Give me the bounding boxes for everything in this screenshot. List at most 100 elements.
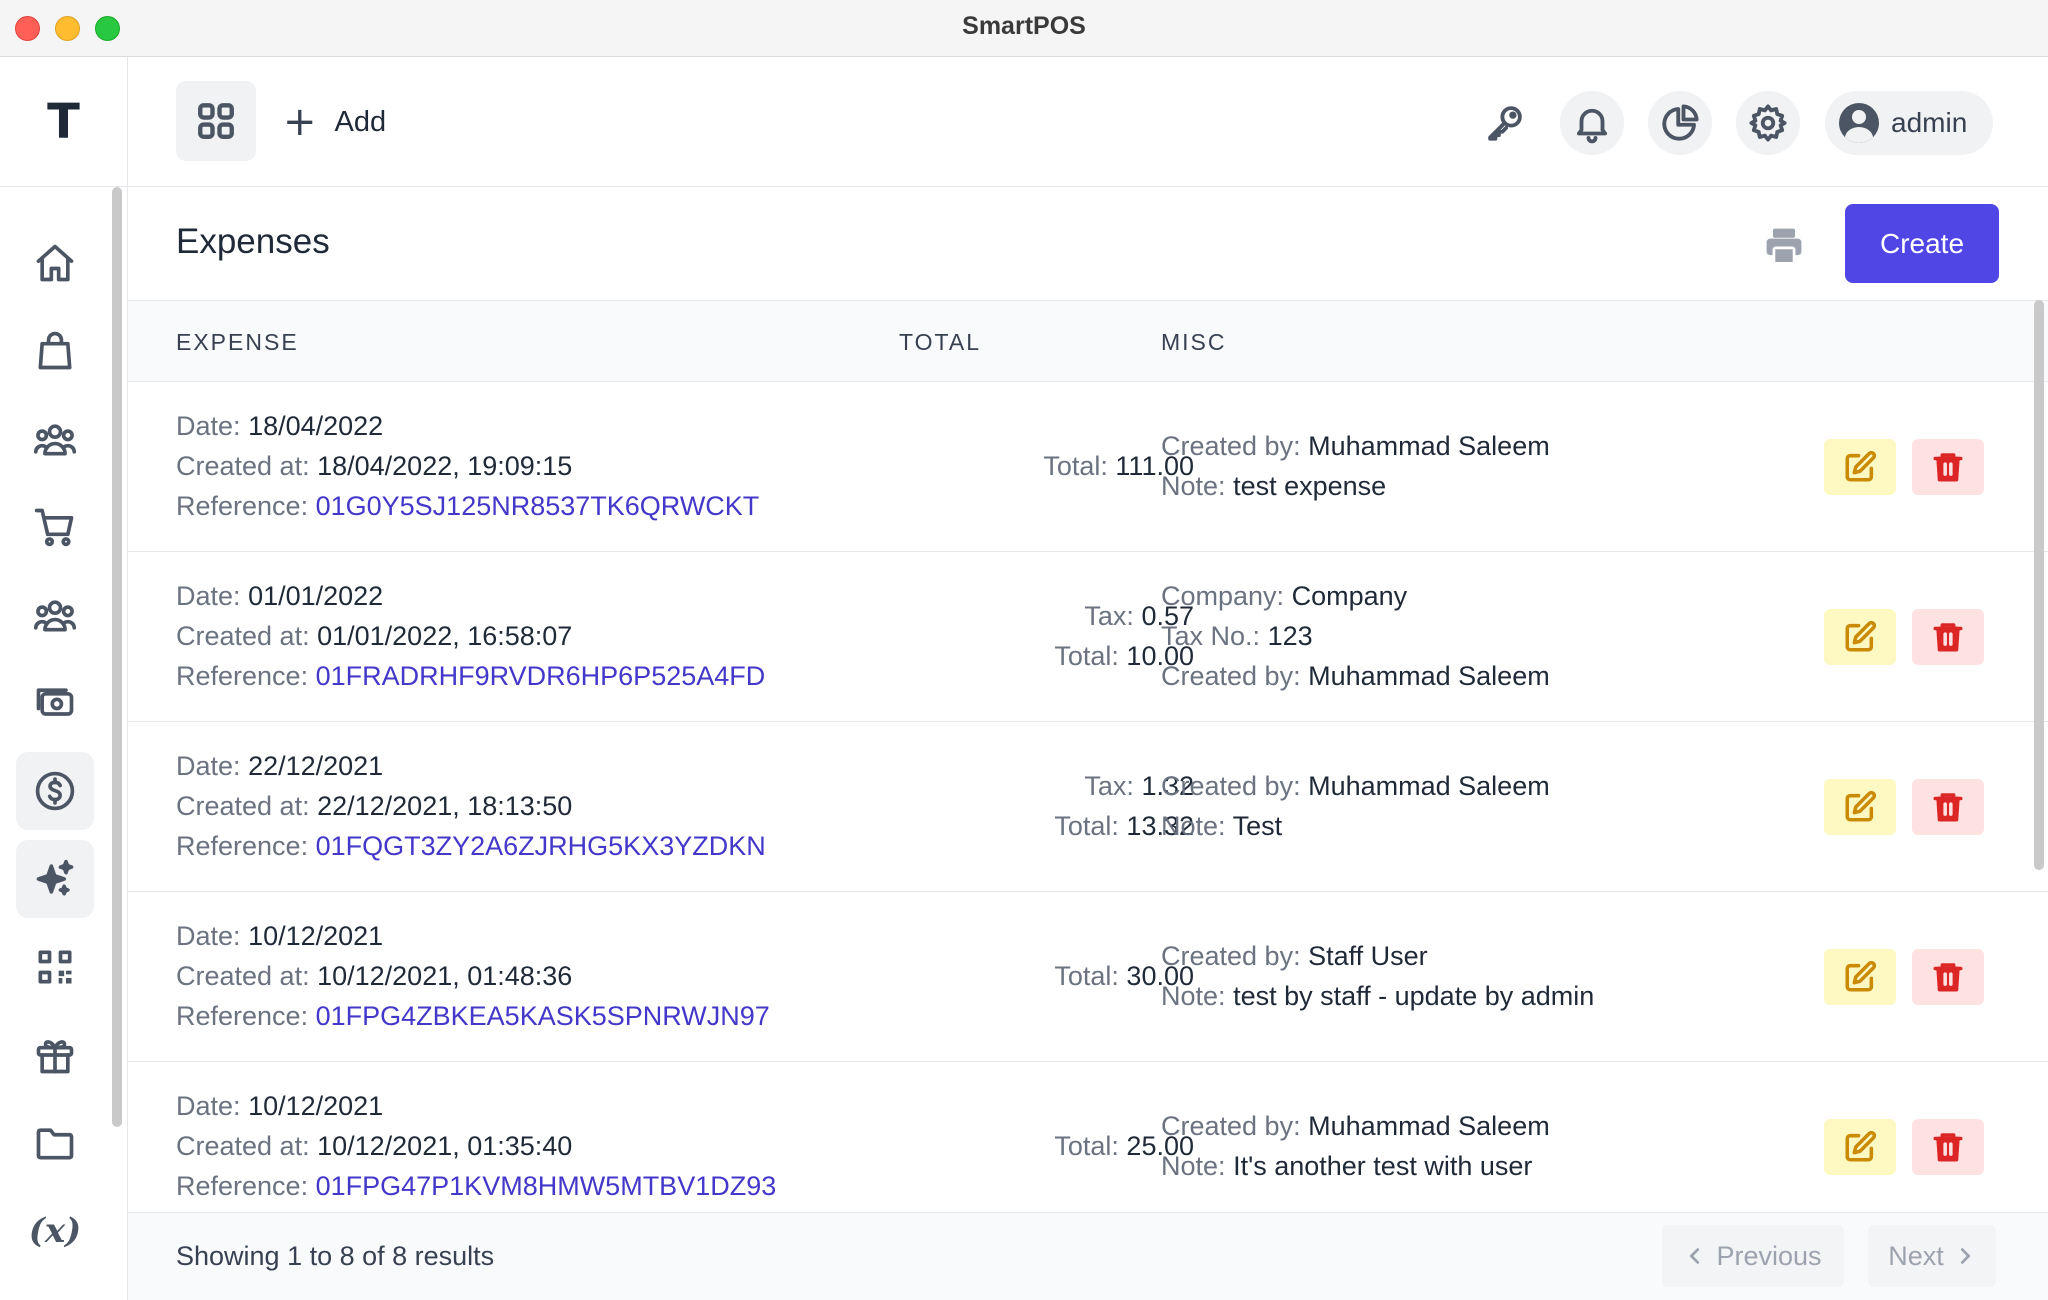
printer-icon bbox=[1766, 228, 1802, 265]
created-at-line: Created at: 01/01/2022, 16:58:07 bbox=[176, 616, 765, 656]
column-header-expense[interactable]: EXPENSE bbox=[176, 329, 299, 356]
created-at-label: Created at: bbox=[176, 961, 310, 991]
reference-link[interactable]: 01FQGT3ZY2A6ZJRHG5KX3YZDKN bbox=[316, 831, 766, 861]
created-at-line: Created at: 10/12/2021, 01:35:40 bbox=[176, 1126, 776, 1166]
notifications-button[interactable] bbox=[1560, 91, 1624, 155]
edit-button[interactable] bbox=[1824, 1119, 1896, 1175]
expense-cell: Date: 18/04/2022 Created at: 18/04/2022,… bbox=[176, 406, 759, 526]
sidebar-item-payments[interactable] bbox=[16, 664, 94, 742]
note-line: Note: Test bbox=[1161, 806, 1550, 846]
sidebar-item-expenses[interactable] bbox=[16, 752, 94, 830]
date-label: Date: bbox=[176, 411, 241, 441]
user-name: admin bbox=[1891, 107, 1968, 138]
sidebar-item-files[interactable] bbox=[16, 1104, 94, 1182]
reference-label: Reference: bbox=[176, 1171, 309, 1201]
column-header-misc[interactable]: MISC bbox=[1161, 329, 1227, 356]
reference-line: Reference: 01FPG4ZBKEA5KASK5SPNRWJN97 bbox=[176, 996, 770, 1036]
total-label: Total: bbox=[1054, 1131, 1119, 1161]
edit-button[interactable] bbox=[1824, 609, 1896, 665]
reports-button[interactable] bbox=[1648, 91, 1712, 155]
table-row: Date: 01/01/2022 Created at: 01/01/2022,… bbox=[128, 552, 2048, 722]
total-cell: Total: 25.00 bbox=[828, 1126, 1194, 1166]
total-line: Total: 13.32 bbox=[828, 806, 1194, 846]
column-header-total[interactable]: TOTAL bbox=[899, 329, 981, 356]
note-line: Note: test by staff - update by admin bbox=[1161, 976, 1594, 1016]
created-at-value: 10/12/2021, 01:48:36 bbox=[317, 961, 573, 991]
sidebar-item-home[interactable] bbox=[16, 224, 94, 302]
reference-line: Reference: 01FQGT3ZY2A6ZJRHG5KX3YZDKN bbox=[176, 826, 766, 866]
plus-icon: + bbox=[283, 99, 317, 145]
created-at-value: 01/01/2022, 16:58:07 bbox=[317, 621, 573, 651]
reference-line: Reference: 01FPG47P1KVM8HMW5MTBV1DZ93 bbox=[176, 1166, 776, 1206]
delete-button[interactable] bbox=[1912, 439, 1984, 495]
delete-button[interactable] bbox=[1912, 1119, 1984, 1175]
next-page-button[interactable]: Next bbox=[1868, 1225, 1996, 1287]
edit-button[interactable] bbox=[1824, 949, 1896, 1005]
reference-link[interactable]: 01FPG4ZBKEA5KASK5SPNRWJN97 bbox=[316, 1001, 770, 1031]
trash-icon bbox=[1933, 963, 1963, 992]
team-icon bbox=[33, 600, 77, 632]
user-menu-button[interactable]: admin bbox=[1825, 91, 1993, 155]
page-title: Expenses bbox=[176, 222, 330, 261]
sidebar-item-sales[interactable] bbox=[16, 488, 94, 566]
misc-cell: Company: Company Tax No.: 123 Created by… bbox=[1161, 576, 1550, 696]
sidebar-item-qr[interactable] bbox=[16, 928, 94, 1006]
misc-cell: Created by: Muhammad Saleem Note: test e… bbox=[1161, 426, 1550, 506]
edit-button[interactable] bbox=[1824, 779, 1896, 835]
sidebar-scrollbar[interactable] bbox=[110, 187, 124, 1132]
add-button[interactable]: + Add bbox=[283, 97, 386, 147]
delete-button[interactable] bbox=[1912, 609, 1984, 665]
table-scrollbar[interactable] bbox=[2032, 300, 2046, 870]
table-row: Date: 10/12/2021 Created at: 10/12/2021,… bbox=[128, 1062, 2048, 1212]
delete-button[interactable] bbox=[1912, 779, 1984, 835]
sidebar-scrollbar-thumb[interactable] bbox=[112, 187, 122, 1127]
sidebar-item-variables[interactable]: (x) bbox=[16, 1192, 94, 1270]
home-icon bbox=[36, 244, 74, 282]
tax-label: Tax: bbox=[1084, 601, 1134, 631]
note-label: Note: bbox=[1161, 471, 1226, 501]
apps-grid-button[interactable] bbox=[176, 81, 256, 161]
total-cell: Total: 30.00 bbox=[828, 956, 1194, 996]
created-at-label: Created at: bbox=[176, 1131, 310, 1161]
date-line: Date: 10/12/2021 bbox=[176, 1086, 776, 1126]
expense-cell: Date: 10/12/2021 Created at: 10/12/2021,… bbox=[176, 1086, 776, 1206]
reference-link[interactable]: 01G0Y5SJ125NR8537TK6QRWCKT bbox=[316, 491, 760, 521]
brand-logo[interactable]: T bbox=[0, 57, 127, 187]
create-button[interactable]: Create bbox=[1845, 204, 1999, 283]
date-label: Date: bbox=[176, 751, 241, 781]
created-by-line: Created by: Muhammad Saleem bbox=[1161, 656, 1550, 696]
date-label: Date: bbox=[176, 1091, 241, 1121]
sidebar-item-gift[interactable] bbox=[16, 1016, 94, 1094]
total-label: Total: bbox=[1054, 811, 1119, 841]
created-at-value: 18/04/2022, 19:09:15 bbox=[317, 451, 573, 481]
settings-button[interactable] bbox=[1736, 91, 1800, 155]
window-titlebar: SmartPOS bbox=[0, 0, 2048, 57]
previous-page-button[interactable]: Previous bbox=[1662, 1225, 1844, 1287]
edit-button[interactable] bbox=[1824, 439, 1896, 495]
previous-label: Previous bbox=[1716, 1240, 1822, 1271]
sidebar-item-users[interactable] bbox=[16, 576, 94, 654]
sidebar-item-ai[interactable] bbox=[16, 840, 94, 918]
table-scrollbar-thumb[interactable] bbox=[2034, 300, 2044, 870]
sidebar-item-products[interactable] bbox=[16, 312, 94, 390]
date-line: Date: 01/01/2022 bbox=[176, 576, 765, 616]
created-by-line: Created by: Muhammad Saleem bbox=[1161, 426, 1550, 466]
sidebar: T (x) bbox=[0, 57, 128, 1300]
variable-icon: (x) bbox=[28, 1211, 82, 1251]
reference-link[interactable]: 01FRADRHF9RVDR6HP6P525A4FD bbox=[316, 661, 766, 691]
note-label: Note: bbox=[1161, 1151, 1226, 1181]
note-line: Note: test expense bbox=[1161, 466, 1550, 506]
table-row: Date: 10/12/2021 Created at: 10/12/2021,… bbox=[128, 892, 2048, 1062]
edit-icon bbox=[1845, 1130, 1877, 1162]
created-by-label: Created by: bbox=[1161, 941, 1301, 971]
next-label: Next bbox=[1888, 1240, 1944, 1271]
license-key-button[interactable] bbox=[1473, 91, 1537, 155]
date-label: Date: bbox=[176, 581, 241, 611]
delete-button[interactable] bbox=[1912, 949, 1984, 1005]
reference-link[interactable]: 01FPG47P1KVM8HMW5MTBV1DZ93 bbox=[316, 1171, 777, 1201]
add-button-label: Add bbox=[334, 105, 387, 138]
sidebar-item-customers[interactable] bbox=[16, 400, 94, 478]
expenses-table: EXPENSE TOTAL MISC Date: 18/04/2022 Crea… bbox=[128, 300, 2048, 1212]
print-button[interactable] bbox=[1758, 220, 1810, 272]
expense-cell: Date: 22/12/2021 Created at: 22/12/2021,… bbox=[176, 746, 766, 866]
